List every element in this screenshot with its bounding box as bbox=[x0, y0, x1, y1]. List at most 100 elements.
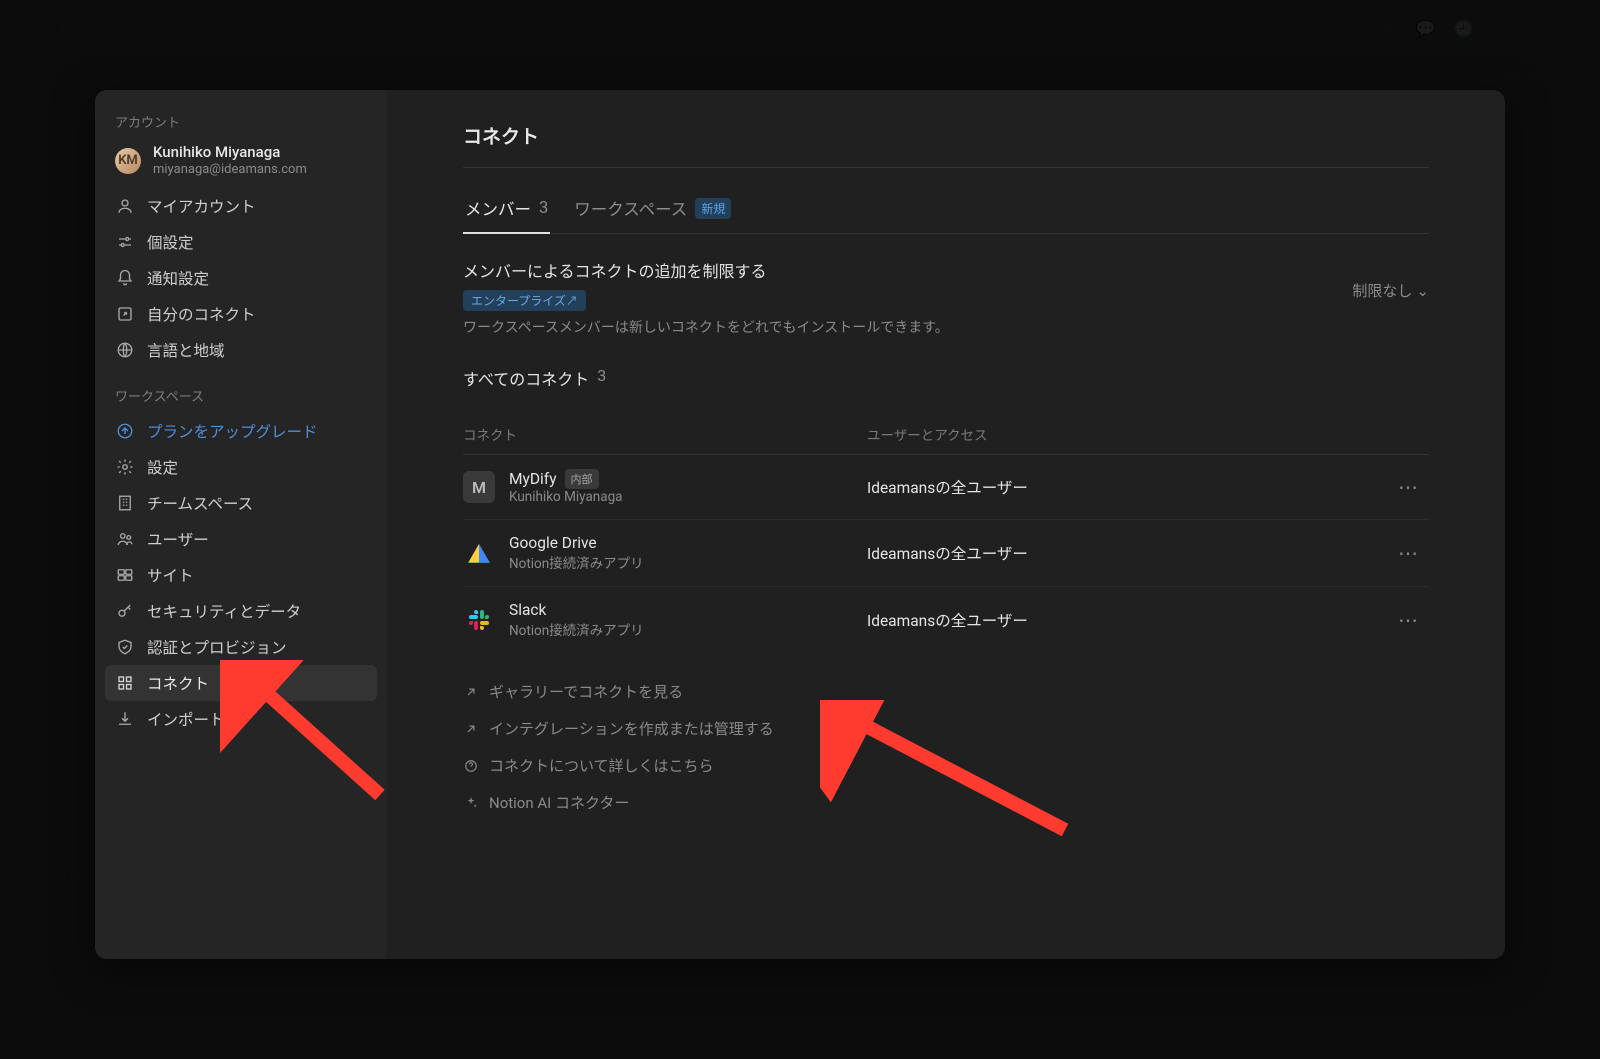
grid-icon bbox=[115, 673, 135, 693]
tab-0[interactable]: メンバー 3 bbox=[463, 188, 550, 234]
row-actions-button[interactable]: ⋯ bbox=[1389, 541, 1429, 565]
sidebar-item-label: 通知設定 bbox=[147, 267, 209, 289]
sidebar-item-label: 個設定 bbox=[147, 231, 194, 253]
footer-link-label: インテグレーションを作成または管理する bbox=[489, 718, 774, 739]
footer-link-0[interactable]: ギャラリーでコネクトを見る bbox=[463, 677, 1429, 706]
sidebar-item-label: プランをアップグレード bbox=[147, 420, 318, 442]
account-icon bbox=[115, 196, 135, 216]
external-icon bbox=[463, 684, 479, 700]
sidebar-item-label: インポート bbox=[147, 708, 225, 730]
gear-icon bbox=[115, 457, 135, 477]
footer-links: ギャラリーでコネクトを見るインテグレーションを作成または管理するコネクトについて… bbox=[463, 677, 1429, 817]
footer-link-2[interactable]: コネクトについて詳しくはこちら bbox=[463, 751, 1429, 780]
connect-sub: Notion接続済みアプリ bbox=[509, 552, 644, 572]
connect-name: Slack bbox=[509, 601, 644, 619]
access-cell: Ideamansの全ユーザー bbox=[867, 542, 1365, 564]
sidebar-item-workspace-1[interactable]: 設定 bbox=[105, 449, 377, 485]
bell-icon bbox=[115, 268, 135, 288]
sidebar-item-label: コネクト bbox=[147, 672, 209, 694]
page-title: コネクト bbox=[463, 122, 1429, 168]
sidebar-item-workspace-3[interactable]: ユーザー bbox=[105, 521, 377, 557]
sidebar-item-workspace-7[interactable]: コネクト bbox=[105, 665, 377, 701]
restrict-section: メンバーによるコネクトの追加を制限する エンタープライズ↗ ワークスペースメンバ… bbox=[463, 252, 1429, 360]
sidebar-item-label: マイアカウント bbox=[147, 195, 256, 217]
sidebar-item-account-1[interactable]: 個設定 bbox=[105, 224, 377, 260]
external-icon bbox=[463, 721, 479, 737]
sidebar-item-account-4[interactable]: 言語と地域 bbox=[105, 332, 377, 368]
footer-link-1[interactable]: インテグレーションを作成または管理する bbox=[463, 714, 1429, 743]
user-name: Kunihiko Miyanaga bbox=[153, 143, 307, 162]
tabs: メンバー 3 ワークスペース新規 bbox=[463, 188, 1429, 234]
sites-icon bbox=[115, 565, 135, 585]
restrict-dropdown[interactable]: 制限なし ⌄ bbox=[1352, 258, 1429, 301]
all-connects-label: すべてのコネクト bbox=[463, 366, 589, 390]
sidebar-item-workspace-6[interactable]: 認証とプロビジョン bbox=[105, 629, 377, 665]
sidebar-item-workspace-5[interactable]: セキュリティとデータ bbox=[105, 593, 377, 629]
import-icon bbox=[115, 709, 135, 729]
sidebar-item-workspace-0[interactable]: プランをアップグレード bbox=[105, 413, 377, 449]
workspace-section-label: ワークスペース bbox=[105, 384, 377, 413]
tab-1[interactable]: ワークスペース新規 bbox=[572, 188, 733, 234]
access-cell: Ideamansの全ユーザー bbox=[867, 476, 1365, 498]
tab-count: 3 bbox=[539, 199, 548, 218]
all-connects-count: 3 bbox=[597, 366, 606, 390]
settings-modal: アカウント KM Kunihiko Miyanaga miyanaga@idea… bbox=[95, 90, 1505, 959]
sparkle-icon bbox=[463, 795, 479, 811]
users-icon bbox=[115, 529, 135, 549]
user-email: miyanaga@ideamans.com bbox=[153, 162, 307, 178]
upgrade-icon bbox=[115, 421, 135, 441]
table-row[interactable]: M MyDify内部Kunihiko Miyanaga Ideamansの全ユーザー… bbox=[463, 455, 1429, 520]
sidebar-item-label: 自分のコネクト bbox=[147, 303, 256, 325]
tab-label: ワークスペース bbox=[574, 196, 687, 220]
sidebar-item-account-2[interactable]: 通知設定 bbox=[105, 260, 377, 296]
row-actions-button[interactable]: ⋯ bbox=[1389, 608, 1429, 632]
table-row[interactable]: Google DriveNotion接続済みアプリ Ideamansの全ユーザー ⋯ bbox=[463, 520, 1429, 587]
new-badge: 新規 bbox=[695, 198, 731, 219]
col-connect: コネクト bbox=[463, 424, 843, 444]
key-icon bbox=[115, 601, 135, 621]
connect-sub: Kunihiko Miyanaga bbox=[509, 489, 623, 505]
restrict-value-text: 制限なし bbox=[1352, 280, 1412, 301]
avatar: KM bbox=[115, 148, 141, 174]
restrict-title: メンバーによるコネクトの追加を制限する bbox=[463, 258, 949, 282]
connect-icon: M bbox=[463, 471, 495, 503]
connect-cell: Google DriveNotion接続済みアプリ bbox=[463, 534, 843, 572]
shield-icon bbox=[115, 637, 135, 657]
sidebar-item-workspace-2[interactable]: チームスペース bbox=[105, 485, 377, 521]
enterprise-badge[interactable]: エンタープライズ↗ bbox=[463, 290, 586, 311]
sliders-icon bbox=[115, 232, 135, 252]
col-access: ユーザーとアクセス bbox=[867, 424, 1365, 444]
connect-name: MyDify内部 bbox=[509, 469, 623, 489]
all-connects-header: すべてのコネクト 3 bbox=[463, 360, 1429, 408]
help-icon bbox=[463, 758, 479, 774]
connect-cell: M MyDify内部Kunihiko Miyanaga bbox=[463, 469, 843, 505]
account-section-label: アカウント bbox=[105, 110, 377, 139]
connect-cell: SlackNotion接続済みアプリ bbox=[463, 601, 843, 639]
building-icon bbox=[115, 493, 135, 513]
table-row[interactable]: SlackNotion接続済みアプリ Ideamansの全ユーザー ⋯ bbox=[463, 587, 1429, 653]
chevron-down-icon: ⌄ bbox=[1416, 282, 1429, 300]
sidebar-item-label: 設定 bbox=[147, 456, 178, 478]
footer-link-3[interactable]: Notion AI コネクター bbox=[463, 788, 1429, 817]
sidebar-item-account-0[interactable]: マイアカウント bbox=[105, 188, 377, 224]
table-header: コネクト ユーザーとアクセス bbox=[463, 414, 1429, 455]
sidebar-item-workspace-4[interactable]: サイト bbox=[105, 557, 377, 593]
globe-icon bbox=[115, 340, 135, 360]
sidebar-item-label: セキュリティとデータ bbox=[147, 600, 301, 622]
footer-link-label: ギャラリーでコネクトを見る bbox=[489, 681, 683, 702]
sidebar-item-label: ユーザー bbox=[147, 528, 209, 550]
restrict-desc: ワークスペースメンバーは新しいコネクトをどれでもインストールできます。 bbox=[463, 317, 949, 337]
access-cell: Ideamansの全ユーザー bbox=[867, 609, 1365, 631]
sidebar-item-label: サイト bbox=[147, 564, 194, 586]
internal-badge: 内部 bbox=[565, 469, 599, 489]
sidebar-item-account-3[interactable]: 自分のコネクト bbox=[105, 296, 377, 332]
connect-icon bbox=[463, 604, 495, 636]
sidebar-user[interactable]: KM Kunihiko Miyanaga miyanaga@ideamans.c… bbox=[105, 139, 377, 188]
sidebar-item-label: 言語と地域 bbox=[147, 339, 225, 361]
settings-main: コネクト メンバー 3 ワークスペース新規 メンバーによるコネクトの追加を制限する … bbox=[387, 90, 1505, 959]
sidebar-item-label: チームスペース bbox=[147, 492, 253, 514]
row-actions-button[interactable]: ⋯ bbox=[1389, 475, 1429, 499]
tab-label: メンバー bbox=[465, 196, 531, 220]
sidebar-item-workspace-8[interactable]: インポート bbox=[105, 701, 377, 737]
arrow-out-icon bbox=[115, 304, 135, 324]
